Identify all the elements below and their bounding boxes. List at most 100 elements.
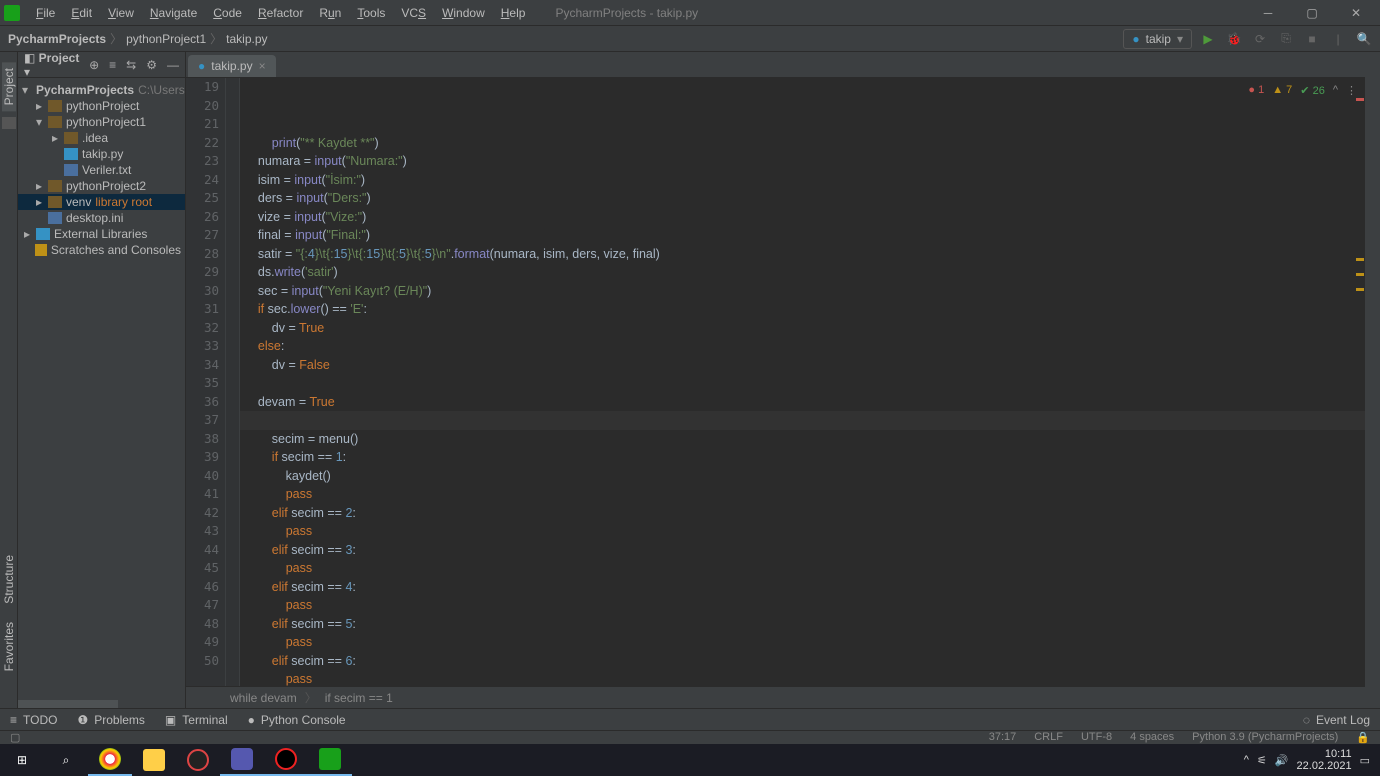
menu-tools[interactable]: Tools [351,4,391,22]
error-count: 1 [1258,84,1264,96]
taskbar-explorer[interactable] [132,744,176,776]
settings-icon[interactable]: ⚙ [146,58,157,72]
file-encoding[interactable]: UTF-8 [1081,731,1112,744]
breadcrumb[interactable]: PycharmProjects 〉 pythonProject1 〉 takip… [8,30,268,47]
line-separator[interactable]: CRLF [1034,731,1063,744]
debug-button[interactable]: 🐞 [1226,32,1242,46]
project-tool-header: ◧ Project ▾ ⊕ ≡ ⇆ ⚙ — [18,52,185,78]
taskbar-opera[interactable] [264,744,308,776]
menu-refactor[interactable]: Refactor [252,4,309,22]
crumb-1[interactable]: while devam [230,691,297,705]
breadcrumb-project[interactable]: pythonProject1 [126,32,206,46]
problems-tool-button[interactable]: ❶Problems [77,713,144,727]
tree-item[interactable]: takip.py [18,146,185,162]
tree-item[interactable]: ▸.idea [18,130,185,146]
menu-window[interactable]: Window [436,4,491,22]
line-gutter[interactable]: 19 20 21 22 23 24 25 26 27 28 29 30 31 3… [186,78,226,686]
select-opened-file-icon[interactable]: ⊕ [89,58,99,72]
main-menu: File Edit View Navigate Code Refactor Ru… [30,4,531,22]
run-configuration[interactable]: ● takip ▾ [1123,29,1192,49]
tree-item[interactable]: desktop.ini [18,210,185,226]
inspection-widget[interactable]: ● 1 ▲ 7 ✔ 26 ^ ⋮ [1248,84,1357,97]
collapse-all-icon[interactable]: ⇆ [126,58,136,72]
interpreter[interactable]: Python 3.9 (PycharmProjects) [1192,731,1338,744]
code-area[interactable]: print("** Kaydet **") numara = input("Nu… [240,78,1365,686]
python-console-tool-button[interactable]: ●Python Console [248,713,346,727]
tray-chevron-icon[interactable]: ^ [1244,754,1249,766]
indent-settings[interactable]: 4 spaces [1130,731,1174,744]
menu-code[interactable]: Code [207,4,248,22]
clock-time: 10:11 [1297,748,1352,760]
project-view-selector[interactable]: ◧ Project ▾ [24,51,81,79]
app-logo [4,5,20,21]
taskbar-pycharm[interactable] [308,744,352,776]
project-tool-button[interactable]: Project [2,62,16,111]
editor[interactable]: 19 20 21 22 23 24 25 26 27 28 29 30 31 3… [186,78,1365,686]
horizontal-scrollbar[interactable] [18,700,118,708]
breadcrumb-root[interactable]: PycharmProjects [8,32,106,46]
run-with-coverage-button[interactable]: ⟳ [1252,32,1268,46]
menu-view[interactable]: View [102,4,140,22]
menu-navigate[interactable]: Navigate [144,4,203,22]
editor-tab[interactable]: ● takip.py × [188,55,276,77]
attach-process-button[interactable]: ⎘ [1278,31,1294,46]
status-bar: ▢ 37:17 CRLF UTF-8 4 spaces Python 3.9 (… [0,730,1380,744]
tree-root-label: PycharmProjects [36,83,134,97]
left-tool-strip: Project Structure Favorites [0,52,18,708]
tree-item[interactable]: ▾pythonProject1 [18,114,185,130]
hide-icon[interactable]: — [167,58,179,72]
close-button[interactable]: ✕ [1336,0,1376,26]
caret-position[interactable]: 37:17 [989,731,1017,744]
status-square-icon[interactable]: ▢ [10,731,20,744]
external-libraries[interactable]: ▸ External Libraries [18,226,185,242]
menu-file[interactable]: File [30,4,61,22]
window-title: PycharmProjects - takip.py [555,6,698,20]
typo-count: 26 [1313,85,1325,97]
tree-item[interactable]: Veriler.txt [18,162,185,178]
crumb-2[interactable]: if secim == 1 [325,691,393,705]
system-tray[interactable]: ^ ⚟ 🔊 10:11 22.02.2021 ▭ [1244,748,1380,772]
error-stripe[interactable] [1355,78,1365,686]
bookmarks-tool-button-icon[interactable] [2,117,16,129]
menu-vcs[interactable]: VCS [395,4,432,22]
taskbar-teams[interactable] [220,744,264,776]
external-libraries-label: External Libraries [54,227,147,241]
code-crumbs[interactable]: while devam 〉 if secim == 1 [186,686,1365,708]
tree-root[interactable]: ▾ PycharmProjects C:\Users [18,82,185,98]
scratches-consoles[interactable]: Scratches and Consoles [18,242,185,258]
menu-help[interactable]: Help [495,4,532,22]
expand-all-icon[interactable]: ≡ [109,58,116,72]
tray-notifications-icon[interactable]: ▭ [1360,754,1370,767]
tree-item[interactable]: ▸pythonProject [18,98,185,114]
search-everywhere-button[interactable]: 🔍 [1356,32,1372,46]
tray-clock[interactable]: 10:11 22.02.2021 [1297,748,1352,772]
taskbar-chrome[interactable] [88,744,132,776]
terminal-tool-button[interactable]: ▣Terminal [165,713,228,727]
breadcrumb-file[interactable]: takip.py [226,32,267,46]
run-button[interactable]: ▶ [1200,32,1216,46]
favorites-tool-button[interactable]: Favorites [2,616,16,677]
search-button[interactable]: ⌕ [44,744,88,776]
todo-tool-button[interactable]: ≡TODO [10,713,57,727]
menu-edit[interactable]: Edit [65,4,98,22]
editor-tabs: ● takip.py × [186,52,1365,78]
structure-tool-button[interactable]: Structure [2,549,16,610]
title-bar: File Edit View Navigate Code Refactor Ru… [0,0,1380,26]
event-log-button[interactable]: ◌Event Log [1303,713,1370,727]
taskbar-app1[interactable] [176,744,220,776]
tray-volume-icon[interactable]: 🔊 [1275,754,1289,767]
windows-taskbar: ⊞ ⌕ ^ ⚟ 🔊 10:11 22.02.2021 ▭ [0,744,1380,776]
tree-item[interactable]: ▸pythonProject2 [18,178,185,194]
lock-icon[interactable]: 🔒 [1356,731,1370,744]
tree-item[interactable]: ▸venv library root [18,194,185,210]
minimize-button[interactable]: ─ [1248,0,1288,26]
navigation-bar: PycharmProjects 〉 pythonProject1 〉 takip… [0,26,1380,52]
menu-run[interactable]: Run [313,4,347,22]
maximize-button[interactable]: ▢ [1292,0,1332,26]
close-tab-icon[interactable]: × [259,59,266,73]
fold-strip[interactable] [226,78,240,686]
start-button[interactable]: ⊞ [0,744,44,776]
project-tree[interactable]: ▾ PycharmProjects C:\Users ▸pythonProjec… [18,78,185,696]
tray-wifi-icon[interactable]: ⚟ [1257,754,1267,767]
stop-button[interactable]: ■ [1304,32,1320,46]
